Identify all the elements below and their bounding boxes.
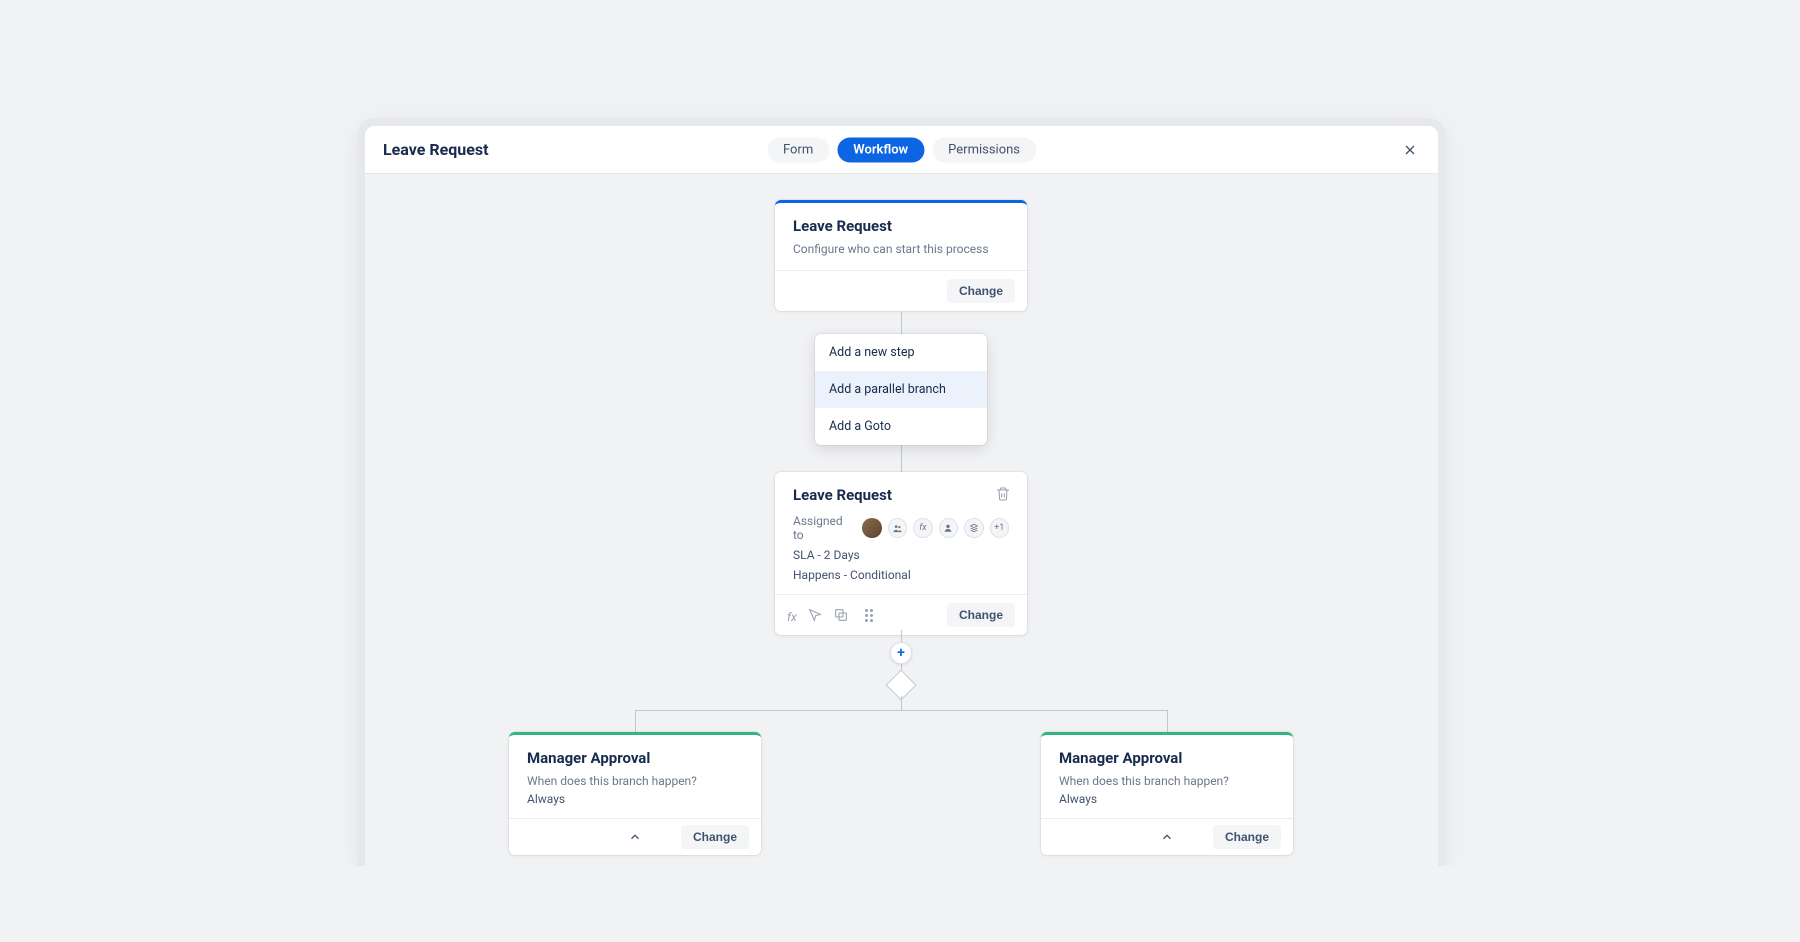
connector-line: [635, 710, 636, 732]
tab-workflow[interactable]: Workflow: [837, 137, 924, 162]
copy-icon: [833, 607, 849, 623]
connector-line: [635, 710, 1168, 711]
cursor-icon: [807, 607, 823, 623]
trash-icon: [995, 486, 1011, 502]
assignee-more-count[interactable]: +1: [990, 518, 1009, 538]
branch-right-answer: Always: [1059, 792, 1275, 806]
branch-right-change-button[interactable]: Change: [1213, 825, 1281, 849]
workflow-canvas[interactable]: Leave Request Configure who can start th…: [365, 174, 1438, 866]
branch-left-title: Manager Approval: [527, 749, 743, 767]
step-change-button[interactable]: Change: [947, 603, 1015, 627]
menu-item-add-step[interactable]: Add a new step: [815, 334, 987, 371]
branch-right-title: Manager Approval: [1059, 749, 1275, 767]
assignee-user-badge[interactable]: [939, 518, 958, 538]
fx-icon: fx: [787, 610, 797, 624]
close-button[interactable]: [1396, 136, 1424, 164]
modal-title: Leave Request: [383, 140, 489, 159]
branch-left-change-button[interactable]: Change: [681, 825, 749, 849]
start-card-footer: Change: [775, 270, 1027, 311]
start-change-button[interactable]: Change: [947, 279, 1015, 303]
branch-card-right[interactable]: Manager Approval When does this branch h…: [1041, 732, 1293, 855]
delete-step-button[interactable]: [995, 486, 1011, 502]
connector-line: [901, 696, 902, 710]
branch-right-collapse[interactable]: [1155, 825, 1179, 849]
stack-icon: [969, 523, 979, 533]
branch-right-question: When does this branch happen?: [1059, 773, 1275, 790]
start-card-subtitle: Configure who can start this process: [793, 241, 1009, 258]
branch-left-body: Manager Approval When does this branch h…: [509, 735, 761, 818]
start-card[interactable]: Leave Request Configure who can start th…: [775, 200, 1027, 311]
fx-tool-button[interactable]: fx: [787, 606, 797, 625]
step-card[interactable]: Leave Request Assigned to fx: [775, 472, 1027, 635]
start-card-title: Leave Request: [793, 217, 1009, 235]
assigned-label: Assigned to: [793, 514, 854, 542]
branch-card-left[interactable]: Manager Approval When does this branch h…: [509, 732, 761, 855]
assignee-fx-badge[interactable]: fx: [913, 518, 932, 538]
fx-icon: fx: [919, 523, 926, 533]
branch-right-footer: Change: [1041, 818, 1293, 855]
add-menu-popup: Add a new step Add a parallel branch Add…: [815, 334, 987, 445]
assignee-avatar[interactable]: [862, 518, 881, 538]
step-footer-icons: fx: [787, 606, 873, 625]
assigned-row: Assigned to fx +1: [793, 514, 1009, 542]
tabs-group: Form Workflow Permissions: [767, 137, 1036, 162]
start-card-body: Leave Request Configure who can start th…: [775, 203, 1027, 270]
drag-handle[interactable]: [865, 609, 873, 622]
branch-left-footer: Change: [509, 818, 761, 855]
users-icon: [892, 523, 903, 534]
assignee-group-badge[interactable]: [888, 518, 907, 538]
step-card-footer: fx Change: [775, 594, 1027, 635]
connector-line: [1167, 710, 1168, 732]
user-icon: [943, 523, 953, 533]
branch-left-question: When does this branch happen?: [527, 773, 743, 790]
copy-tool-button[interactable]: [833, 607, 849, 623]
chevron-up-icon: [628, 830, 642, 844]
tab-permissions[interactable]: Permissions: [932, 137, 1036, 162]
page-background: Leave Request Form Workflow Permissions …: [145, 76, 1655, 866]
branch-right-body: Manager Approval When does this branch h…: [1041, 735, 1293, 818]
chevron-up-icon: [1160, 830, 1174, 844]
tab-form[interactable]: Form: [767, 137, 829, 162]
branch-left-answer: Always: [527, 792, 743, 806]
step-card-title: Leave Request: [793, 486, 1009, 504]
branch-left-collapse[interactable]: [623, 825, 647, 849]
step-card-body: Leave Request Assigned to fx: [775, 472, 1027, 594]
menu-item-add-parallel-branch[interactable]: Add a parallel branch: [815, 371, 987, 408]
modal-header: Leave Request Form Workflow Permissions: [365, 126, 1438, 174]
step-sla: SLA - 2 Days: [793, 548, 1009, 562]
workflow-modal: Leave Request Form Workflow Permissions …: [365, 126, 1438, 866]
cursor-tool-button[interactable]: [807, 607, 823, 623]
assignee-stack-badge[interactable]: [964, 518, 983, 538]
menu-item-add-goto[interactable]: Add a Goto: [815, 408, 987, 445]
step-happens: Happens - Conditional: [793, 568, 1009, 582]
close-icon: [1402, 142, 1418, 158]
add-connector-button[interactable]: +: [890, 642, 912, 664]
